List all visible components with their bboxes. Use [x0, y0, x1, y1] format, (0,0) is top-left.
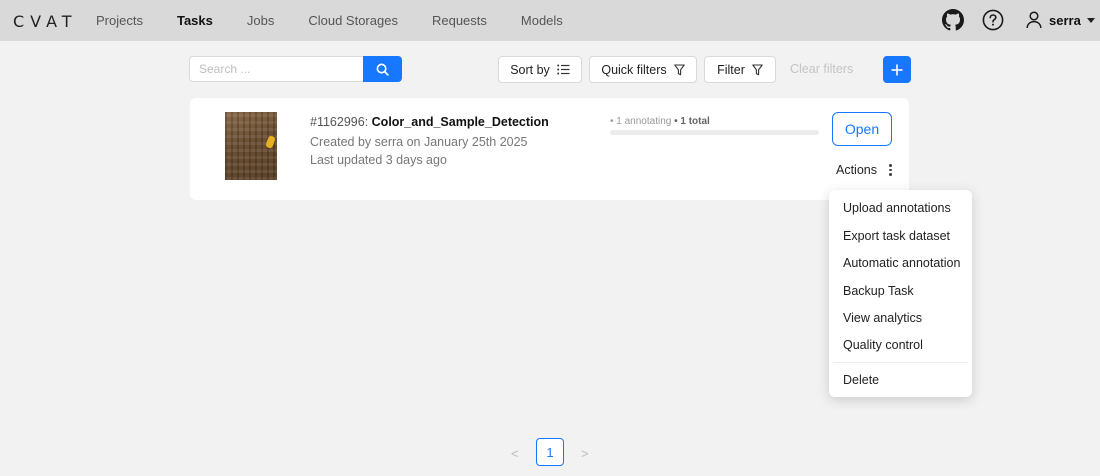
username: serra: [1049, 12, 1081, 28]
quick-filters-label: Quick filters: [601, 62, 667, 77]
task-item-card: #1162996: Color_and_Sample_Detection Cre…: [190, 98, 909, 200]
task-preview-thumbnail[interactable]: [225, 112, 277, 180]
task-created: Created by serra on January 25th 2025: [310, 135, 528, 149]
question-circle-icon[interactable]: [982, 9, 1004, 31]
actions-button[interactable]: Actions: [836, 163, 892, 177]
progress-total: • 1 total: [674, 116, 710, 127]
search-icon: [376, 63, 389, 76]
filter-icon: [752, 63, 763, 75]
task-progress-bar: [610, 130, 819, 135]
menu-divider: [833, 362, 968, 363]
actions-dropdown-menu: Upload annotations Export task dataset A…: [829, 190, 972, 397]
quick-filters-button[interactable]: Quick filters: [589, 56, 697, 83]
menu-item-backup-task[interactable]: Backup Task: [843, 284, 914, 298]
main-nav: Projects Tasks Jobs Cloud Storages Reque…: [96, 0, 597, 41]
task-id: #1162996:: [310, 115, 369, 129]
sort-by-button[interactable]: Sort by: [498, 56, 582, 83]
task-name: Color_and_Sample_Detection: [371, 115, 549, 129]
nav-jobs[interactable]: Jobs: [247, 13, 274, 28]
filter-button[interactable]: Filter: [704, 56, 776, 83]
caret-down-icon: [1086, 17, 1095, 23]
sort-list-icon: [556, 64, 570, 75]
create-task-button[interactable]: [883, 56, 911, 83]
top-navbar: CVAT Projects Tasks Jobs Cloud Storages …: [0, 0, 1100, 41]
menu-item-upload-annotations[interactable]: Upload annotations: [843, 201, 951, 215]
clear-filters-button[interactable]: Clear filters: [790, 62, 853, 76]
filter-icon: [673, 63, 685, 75]
more-vertical-icon: [889, 164, 892, 176]
user-icon: [1026, 11, 1042, 29]
plus-icon: [891, 64, 903, 75]
menu-item-quality-control[interactable]: Quality control: [843, 338, 923, 352]
sort-by-label: Sort by: [510, 62, 550, 77]
task-updated: Last updated 3 days ago: [310, 153, 447, 167]
nav-models[interactable]: Models: [521, 13, 563, 28]
nav-requests[interactable]: Requests: [432, 13, 487, 28]
actions-label: Actions: [836, 163, 877, 177]
cvat-logo[interactable]: CVAT: [13, 12, 78, 31]
open-task-button[interactable]: Open: [832, 112, 892, 146]
menu-item-export-task-dataset[interactable]: Export task dataset: [843, 229, 950, 243]
menu-item-automatic-annotation[interactable]: Automatic annotation: [843, 256, 960, 270]
pagination-prev-button[interactable]: <: [511, 446, 519, 461]
github-icon[interactable]: [942, 9, 964, 31]
search-input[interactable]: [189, 56, 364, 82]
task-title: #1162996: Color_and_Sample_Detection: [310, 115, 549, 129]
filter-label: Filter: [717, 62, 745, 77]
menu-item-delete[interactable]: Delete: [843, 373, 879, 387]
pagination-next-button[interactable]: >: [581, 446, 589, 461]
nav-projects[interactable]: Projects: [96, 13, 143, 28]
search-button[interactable]: [363, 56, 402, 82]
progress-annotating: • 1 annotating: [610, 116, 672, 127]
menu-item-view-analytics[interactable]: View analytics: [843, 311, 922, 325]
user-menu[interactable]: serra: [1026, 11, 1095, 29]
pagination-page-1[interactable]: 1: [536, 438, 564, 466]
nav-cloud-storages[interactable]: Cloud Storages: [308, 13, 398, 28]
task-progress-text: • 1 annotating • 1 total: [610, 116, 710, 127]
nav-tasks[interactable]: Tasks: [177, 13, 213, 28]
thumbnail-marker: [265, 135, 276, 149]
